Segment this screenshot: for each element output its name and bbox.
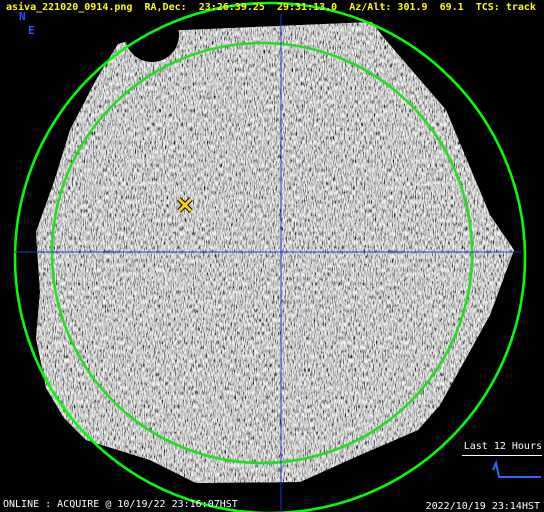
obstruction-notch: [125, 8, 179, 62]
sep-7: [464, 2, 476, 13]
compass-east: E: [28, 24, 35, 37]
sep-3: [265, 2, 277, 13]
dec-value: 29:31:13.0: [276, 2, 338, 13]
ra-value: 23:26:39.25: [198, 2, 265, 13]
sparkline-icon: [492, 459, 541, 478]
sky-texture: [36, 22, 514, 483]
acquisition-status: ONLINE : ACQUIRE @ 10/19/22 23:16:07HST: [3, 499, 238, 510]
compass-north: N: [19, 10, 26, 23]
alt-value: 69.1: [439, 2, 464, 13]
history-divider: [462, 455, 542, 456]
sep-4: [337, 2, 349, 13]
tcs-state: track: [505, 2, 536, 13]
sep-6: [428, 2, 440, 13]
history-label: Last 12 Hours: [463, 441, 542, 452]
az-value: 301.9: [397, 2, 428, 13]
sep-2: [187, 2, 199, 13]
image-timestamp: 2022/10/19 23:14HST: [425, 501, 540, 512]
allsky-image: [13, 1, 541, 512]
allsky-viewer: asiva_221020_0914.png RA,Dec: 23:26:39.2…: [0, 0, 544, 512]
telescope-status-bar: asiva_221020_0914.png RA,Dec: 23:26:39.2…: [6, 2, 536, 14]
azalt-label: Az/Alt:: [349, 2, 392, 13]
radec-label: RA,Dec:: [144, 2, 187, 13]
sep-1: [132, 2, 144, 13]
tcs-label: TCS:: [475, 2, 500, 13]
